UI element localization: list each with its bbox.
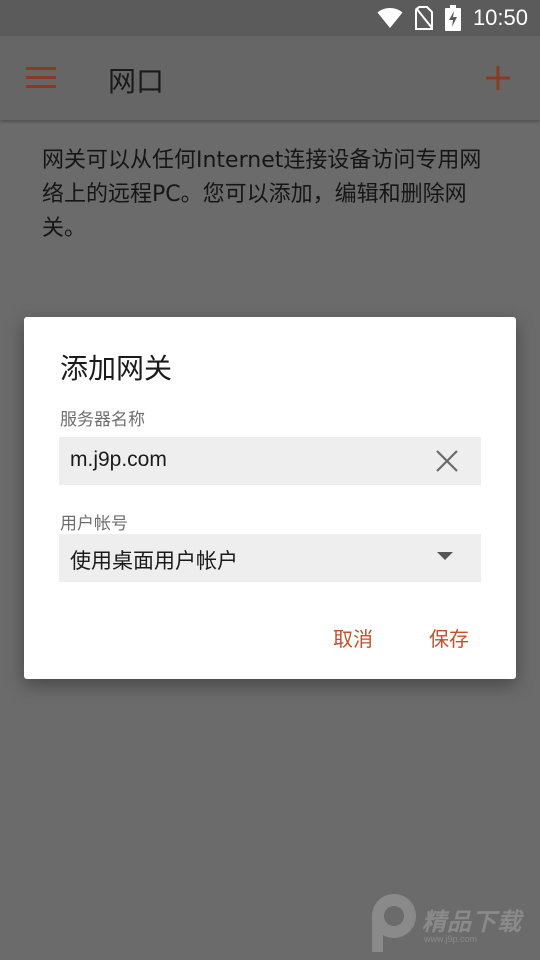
status-time: 10:50	[472, 5, 528, 30]
wifi-icon	[377, 8, 403, 28]
add-gateway-button[interactable]	[478, 58, 518, 98]
user-account-value: 使用桌面用户帐户	[70, 549, 238, 573]
server-name-label: 服务器名称	[60, 410, 145, 430]
page-title: 网口	[108, 65, 165, 98]
close-icon	[436, 450, 458, 472]
status-bar: 10:50	[0, 0, 540, 36]
user-account-select[interactable]: 使用桌面用户帐户	[59, 534, 481, 582]
plus-icon	[486, 66, 510, 90]
save-button[interactable]: 保存	[429, 623, 469, 652]
add-gateway-dialog: 添加网关 服务器名称 m.j9p.com 用户帐号 使用桌面用户帐户 取消 保存	[24, 317, 516, 679]
dialog-title: 添加网关	[60, 352, 173, 385]
status-icons: 10:50	[377, 0, 528, 36]
server-name-value[interactable]: m.j9p.com	[70, 448, 167, 472]
watermark-subtext: www.j9p.com	[424, 934, 478, 944]
clear-button[interactable]	[433, 447, 461, 475]
cancel-button[interactable]: 取消	[333, 623, 373, 652]
no-sim-icon	[414, 6, 433, 30]
watermark-text: 精品下载	[422, 908, 522, 936]
watermark-logo-icon	[372, 894, 416, 952]
battery-charging-icon	[444, 5, 461, 31]
app-bar: 网口	[0, 36, 540, 120]
dropdown-arrow-icon	[437, 552, 453, 560]
user-account-label: 用户帐号	[60, 514, 128, 534]
gateway-description: 网关可以从任何Internet连接设备访问专用网络上的远程PC。您可以添加，编辑…	[42, 148, 482, 241]
server-name-field[interactable]: m.j9p.com	[59, 437, 481, 485]
hamburger-menu-icon	[26, 67, 56, 88]
watermark: 精品下载 www.j9p.com	[366, 892, 534, 956]
menu-button[interactable]	[20, 58, 62, 98]
